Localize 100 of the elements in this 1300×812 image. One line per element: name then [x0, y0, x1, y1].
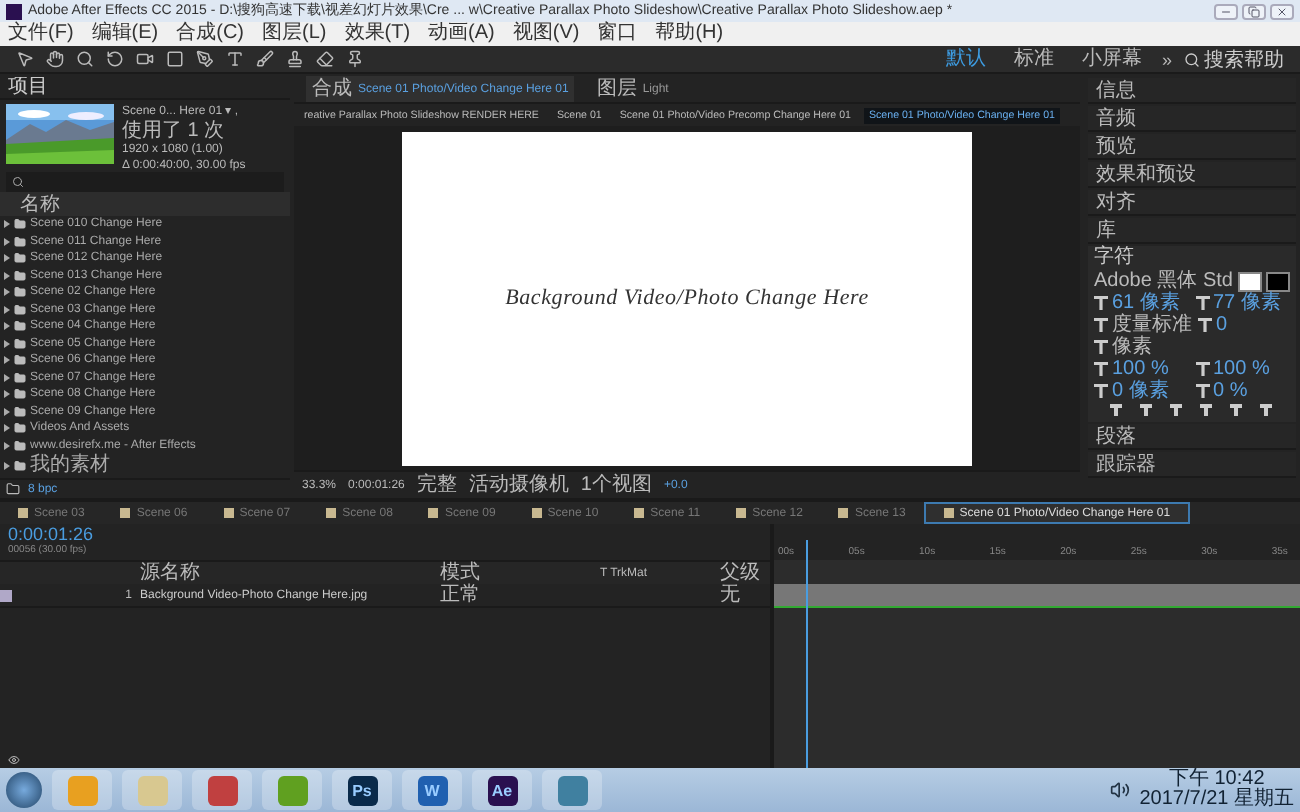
close-icon: [1276, 5, 1288, 17]
eraser-icon[interactable]: [316, 50, 334, 68]
current-timecode[interactable]: 0:00:01:26: [8, 524, 770, 545]
baseline-field[interactable]: 0 像素: [1112, 380, 1169, 402]
camera-icon[interactable]: [136, 50, 154, 68]
folder-icon: [14, 303, 26, 316]
more-button[interactable]: »: [1161, 49, 1172, 69]
column-header: 名称: [20, 193, 60, 215]
folder-icon: [14, 235, 26, 248]
panel-header[interactable]: 效果和预设: [1088, 162, 1296, 188]
color-label-icon: [838, 508, 849, 519]
restore-button[interactable]: [1242, 3, 1266, 19]
taskbar-app[interactable]: W: [402, 770, 462, 811]
color-label-icon: [0, 589, 12, 602]
rectangle-icon[interactable]: [166, 50, 184, 68]
volume-icon[interactable]: [1109, 780, 1130, 801]
zoom-icon[interactable]: [76, 50, 94, 68]
brush-icon[interactable]: [256, 50, 274, 68]
help-search-field[interactable]: 搜索帮助: [1184, 45, 1284, 73]
taskbar-app[interactable]: [542, 770, 602, 811]
fill-swatch[interactable]: [1238, 271, 1263, 291]
menu-item[interactable]: 动画(A): [428, 22, 495, 46]
workspace-tab[interactable]: 默认: [937, 47, 994, 71]
menu-item[interactable]: 图层(L): [262, 22, 327, 46]
panel-header[interactable]: 跟踪器: [1088, 452, 1296, 478]
menu-item[interactable]: 帮助(H): [655, 22, 724, 46]
panel-header[interactable]: 信息: [1088, 78, 1296, 104]
folder-icon[interactable]: [6, 482, 20, 497]
eye-icon[interactable]: [8, 754, 20, 767]
pen-icon[interactable]: [196, 50, 214, 68]
mode-dropdown[interactable]: 正常: [440, 584, 600, 607]
font-dropdown[interactable]: Adobe 黑体 Std: [1094, 270, 1233, 292]
canvas-text: Background Video/Photo Change Here: [505, 286, 869, 311]
menu-item[interactable]: 视图(V): [512, 22, 580, 46]
tsume-field[interactable]: 0 %: [1213, 380, 1248, 402]
font-size-field[interactable]: 61 像素: [1112, 292, 1180, 314]
hand-icon[interactable]: [46, 50, 64, 68]
column-header: 源名称: [140, 562, 202, 585]
panel-header[interactable]: 库: [1088, 218, 1296, 244]
panel-header[interactable]: 音频: [1088, 106, 1296, 132]
close-button[interactable]: [1270, 3, 1294, 19]
menu-item[interactable]: 文件(F): [8, 22, 74, 46]
taskbar-app[interactable]: [192, 770, 252, 811]
color-label-icon: [634, 508, 645, 519]
resolution-dropdown[interactable]: 完整: [416, 473, 457, 498]
folder-icon: [14, 320, 26, 333]
folder-icon: [14, 439, 26, 452]
clock[interactable]: 下午 10:42 2017/7/21 星期五: [1139, 770, 1294, 811]
folder-icon: [14, 354, 26, 367]
vertical-scale-field[interactable]: 100 %: [1112, 358, 1169, 380]
views-dropdown[interactable]: 1个视图: [580, 473, 652, 498]
taskbar-app[interactable]: Ps: [332, 770, 392, 811]
workspace-tab[interactable]: 标准: [1005, 47, 1062, 71]
leading-field[interactable]: 77 像素: [1213, 292, 1281, 314]
kerning-dropdown[interactable]: 度量标准: [1112, 314, 1192, 336]
folder-icon: [14, 269, 26, 282]
pin-icon[interactable]: [346, 50, 364, 68]
panel-title: 项目: [8, 76, 48, 99]
folder-icon: [14, 388, 26, 401]
color-label-icon: [943, 508, 954, 519]
restore-icon: [1248, 5, 1260, 17]
panel-title: 字符: [1094, 246, 1136, 270]
camera-dropdown[interactable]: 活动摄像机: [468, 473, 569, 498]
menu-item[interactable]: 合成(C): [176, 22, 245, 46]
column-header: 模式: [440, 562, 482, 585]
layer-bar[interactable]: [774, 584, 1300, 609]
menu-item[interactable]: 效果(T): [344, 22, 411, 46]
search-icon: [12, 176, 24, 188]
color-label-icon: [120, 508, 131, 519]
stamp-icon[interactable]: [286, 50, 304, 68]
project-search-field[interactable]: [6, 172, 284, 192]
folder-icon: [14, 405, 26, 418]
color-label-icon: [326, 508, 337, 519]
panel-header[interactable]: 预览: [1088, 134, 1296, 160]
stroke-width-field[interactable]: 像素: [1112, 336, 1152, 358]
taskbar-app[interactable]: Ae: [472, 770, 532, 811]
menu-item[interactable]: 编辑(E): [91, 22, 159, 46]
app-icon: [6, 3, 22, 19]
workspace-tab[interactable]: 小屏幕: [1073, 47, 1150, 71]
color-label-icon: [223, 508, 234, 519]
color-label-icon: [531, 508, 542, 519]
rotate-icon[interactable]: [106, 50, 124, 68]
tracking-field[interactable]: 0: [1216, 314, 1228, 336]
panel-header[interactable]: 对齐: [1088, 190, 1296, 216]
project-item[interactable]: 我的素材: [30, 454, 110, 476]
menu-item[interactable]: 窗口: [597, 22, 638, 46]
column-header: 父级: [720, 562, 762, 585]
selection-icon[interactable]: [16, 50, 34, 68]
folder-icon: [14, 337, 26, 350]
start-button[interactable]: [6, 772, 42, 809]
horizontal-scale-field[interactable]: 100 %: [1213, 358, 1270, 380]
folder-icon: [14, 286, 26, 299]
stroke-swatch[interactable]: [1266, 271, 1291, 291]
search-icon: [1184, 51, 1200, 67]
folder-icon: [14, 422, 26, 435]
minimize-icon: [1220, 5, 1232, 17]
folder-icon: [14, 371, 26, 384]
parent-dropdown[interactable]: 无: [720, 584, 770, 607]
panel-header[interactable]: 段落: [1088, 424, 1296, 450]
text-icon[interactable]: [226, 50, 244, 68]
